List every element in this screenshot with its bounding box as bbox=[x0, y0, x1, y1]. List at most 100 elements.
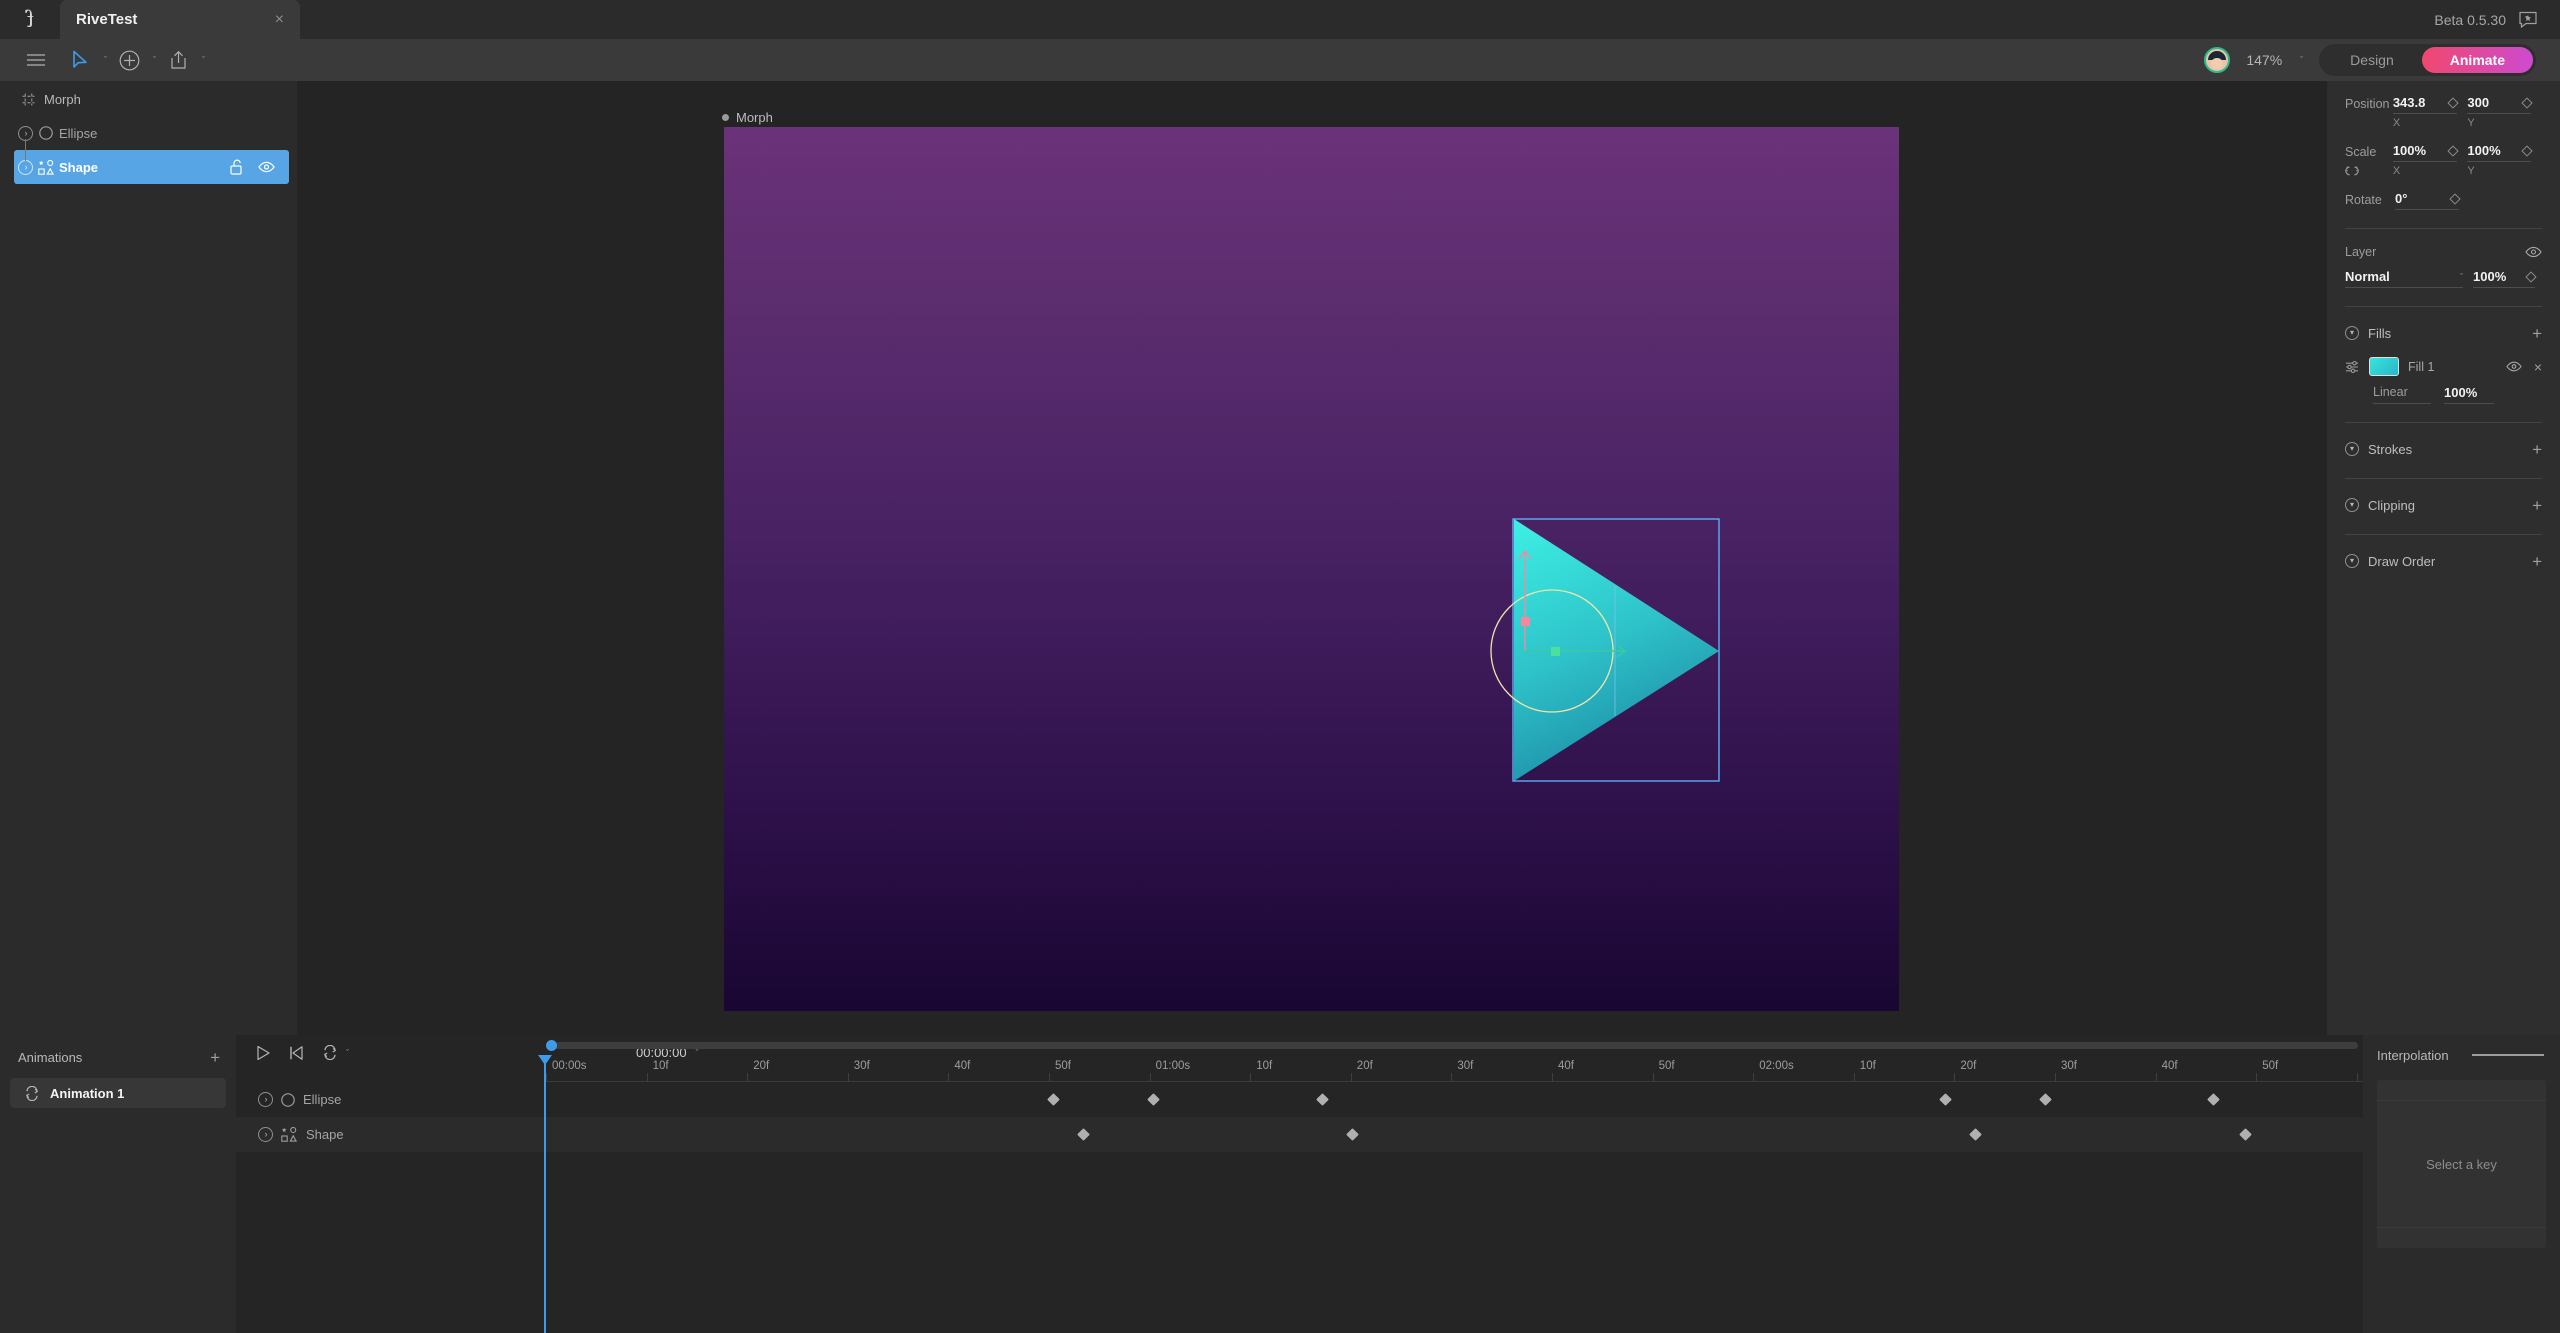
scale-link-icon[interactable] bbox=[2345, 165, 2393, 177]
timeline-panel: ˇ 00:00:00 ˇ 00:00s10f20f30f40f50f01:00s… bbox=[236, 1035, 2363, 1333]
chevron-down-icon[interactable]: ˇ bbox=[202, 55, 205, 65]
inspector-divider bbox=[2345, 534, 2542, 535]
keyframe-track[interactable] bbox=[546, 1117, 2363, 1152]
timeline-ruler[interactable]: 00:00s10f20f30f40f50f01:00s10f20f30f40f5… bbox=[546, 1056, 2363, 1082]
keyframe-diamond-icon[interactable] bbox=[2522, 145, 2533, 156]
strokes-section-header[interactable]: ▾ Strokes + bbox=[2345, 438, 2542, 460]
draw-order-section-header[interactable]: ▾ Draw Order + bbox=[2345, 550, 2542, 572]
ruler-tick-label: 10f bbox=[653, 1060, 669, 1072]
eye-icon[interactable] bbox=[258, 161, 275, 173]
app-logo[interactable]: ƭ bbox=[0, 0, 60, 39]
inspector-divider bbox=[2345, 478, 2542, 479]
chevron-down-icon[interactable]: ˇ bbox=[346, 1048, 349, 1058]
keyframe-diamond[interactable] bbox=[1316, 1093, 1329, 1106]
animation-list-item[interactable]: Animation 1 bbox=[10, 1078, 226, 1108]
chevron-down-icon[interactable]: ▾ bbox=[2345, 554, 2359, 568]
timeline-scrollbar[interactable] bbox=[546, 1042, 2358, 1049]
jump-to-start-icon[interactable] bbox=[289, 1045, 304, 1061]
artboard[interactable] bbox=[724, 127, 1899, 1011]
remove-fill-icon[interactable]: × bbox=[2534, 360, 2542, 374]
keyframe-diamond-icon[interactable] bbox=[2447, 145, 2458, 156]
expand-toggle[interactable]: › bbox=[18, 160, 33, 175]
timeline-row-shape[interactable]: › Shape bbox=[236, 1117, 2363, 1152]
select-tool-group[interactable]: ˇ bbox=[58, 39, 107, 81]
fill-item[interactable]: Fill 1 × bbox=[2345, 357, 2542, 376]
plus-circle-icon[interactable] bbox=[107, 39, 151, 81]
timeline-row-header[interactable]: › Shape bbox=[236, 1127, 546, 1142]
keyframe-track[interactable] bbox=[546, 1082, 2363, 1117]
unlock-icon[interactable] bbox=[230, 159, 244, 175]
keyframe-diamond[interactable] bbox=[1147, 1093, 1160, 1106]
keyframe-diamond[interactable] bbox=[2207, 1093, 2220, 1106]
ruler-tick-label: 20f bbox=[1357, 1060, 1373, 1072]
chevron-down-icon[interactable]: ▾ bbox=[2345, 326, 2359, 340]
ruler-tick-mark bbox=[848, 1073, 849, 1082]
feedback-icon[interactable] bbox=[2518, 11, 2538, 28]
layer-opacity-field[interactable]: 100% bbox=[2473, 269, 2535, 288]
add-fill-button[interactable]: + bbox=[2532, 325, 2542, 342]
keyframe-diamond[interactable] bbox=[1346, 1128, 1359, 1141]
chevron-down-icon[interactable]: ˇ bbox=[2300, 55, 2303, 65]
add-clipping-button[interactable]: + bbox=[2532, 497, 2542, 514]
document-tab[interactable]: RiveTest × bbox=[60, 0, 300, 39]
chevron-down-icon[interactable]: ˇ bbox=[2460, 272, 2463, 282]
expand-toggle[interactable]: › bbox=[258, 1127, 273, 1142]
eye-icon[interactable] bbox=[2506, 361, 2522, 372]
play-icon[interactable] bbox=[256, 1045, 271, 1061]
ruler-tick-label: 10f bbox=[1256, 1060, 1272, 1072]
artboard-icon bbox=[22, 93, 35, 106]
pointer-tool-icon[interactable] bbox=[58, 39, 102, 81]
fill-type-select[interactable]: Linear bbox=[2373, 385, 2431, 404]
strokes-title: Strokes bbox=[2368, 442, 2412, 457]
keyframe-diamond[interactable] bbox=[1047, 1093, 1060, 1106]
position-x-field[interactable]: 343.8 bbox=[2393, 95, 2457, 114]
scale-y-field[interactable]: 100% bbox=[2467, 143, 2531, 162]
tree-connector bbox=[25, 139, 26, 161]
close-icon[interactable]: × bbox=[275, 12, 284, 28]
eye-icon[interactable] bbox=[2525, 246, 2542, 258]
tree-item-shape[interactable]: › Shape bbox=[14, 150, 289, 184]
keyframe-diamond-icon[interactable] bbox=[2449, 193, 2460, 204]
tab-design[interactable]: Design bbox=[2322, 47, 2422, 73]
keyframe-diamond-icon[interactable] bbox=[2525, 271, 2536, 282]
share-export-icon[interactable] bbox=[156, 39, 200, 81]
add-draw-order-button[interactable]: + bbox=[2532, 553, 2542, 570]
rotate-field[interactable]: 0° bbox=[2395, 191, 2459, 210]
keyframe-diamond-icon[interactable] bbox=[2522, 97, 2533, 108]
fill-options-icon[interactable] bbox=[2345, 360, 2360, 374]
zoom-level-value[interactable]: 147% bbox=[2246, 52, 2282, 68]
export-group[interactable]: ˇ bbox=[156, 39, 205, 81]
interpolation-graph-area[interactable]: Select a key bbox=[2377, 1080, 2546, 1248]
blend-mode-select[interactable]: Normal ˇ bbox=[2345, 269, 2463, 288]
inspector-divider bbox=[2345, 228, 2542, 229]
expand-toggle[interactable]: › bbox=[258, 1092, 273, 1107]
scale-x-field[interactable]: 100% bbox=[2393, 143, 2457, 162]
add-animation-button[interactable]: + bbox=[210, 1049, 220, 1066]
playhead[interactable] bbox=[544, 1055, 546, 1333]
loop-mode-icon[interactable] bbox=[322, 1045, 338, 1060]
keyframe-diamond[interactable] bbox=[2039, 1093, 2052, 1106]
fill-opacity-value[interactable]: 100% bbox=[2444, 385, 2494, 404]
timeline-row-ellipse[interactable]: › Ellipse bbox=[236, 1082, 2363, 1117]
create-tool-group[interactable]: ˇ bbox=[107, 39, 156, 81]
keyframe-diamond[interactable] bbox=[1939, 1093, 1952, 1106]
add-stroke-button[interactable]: + bbox=[2532, 441, 2542, 458]
timeline-scroll-handle[interactable] bbox=[546, 1040, 557, 1051]
chevron-down-icon[interactable]: ▾ bbox=[2345, 498, 2359, 512]
keyframe-diamond-icon[interactable] bbox=[2447, 97, 2458, 108]
hamburger-menu-icon[interactable] bbox=[14, 39, 58, 81]
clipping-section-header[interactable]: ▾ Clipping + bbox=[2345, 494, 2542, 516]
fill-swatch[interactable] bbox=[2369, 357, 2399, 376]
canvas-stage[interactable]: Morph bbox=[297, 81, 2327, 1035]
user-avatar[interactable] bbox=[2204, 47, 2230, 73]
artboard-label[interactable]: Morph bbox=[722, 110, 773, 125]
position-y-field[interactable]: 300 bbox=[2467, 95, 2531, 114]
chevron-down-icon[interactable]: ▾ bbox=[2345, 442, 2359, 456]
timeline-row-header[interactable]: › Ellipse bbox=[236, 1092, 546, 1107]
keyframe-diamond[interactable] bbox=[1969, 1128, 1982, 1141]
tab-animate[interactable]: Animate bbox=[2422, 47, 2533, 73]
keyframe-diamond[interactable] bbox=[2239, 1128, 2252, 1141]
keyframe-diamond[interactable] bbox=[1077, 1128, 1090, 1141]
tree-item-ellipse[interactable]: › Ellipse bbox=[0, 116, 297, 150]
fills-section-header[interactable]: ▾ Fills + bbox=[2345, 322, 2542, 344]
